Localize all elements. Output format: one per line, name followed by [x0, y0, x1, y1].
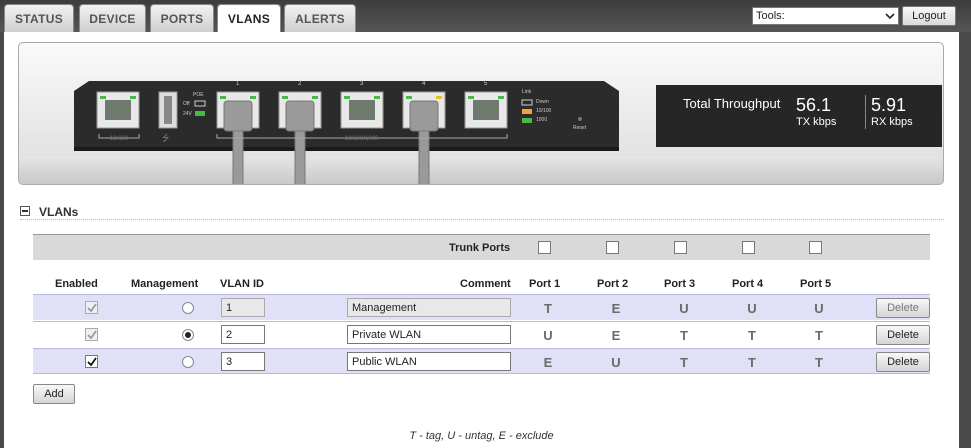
port-4-mode[interactable]: T	[742, 355, 762, 370]
port-3-graphic	[340, 91, 384, 129]
port-1-mode[interactable]: E	[538, 355, 558, 370]
col-header-port-1: Port 1	[529, 278, 561, 290]
port-5-mode[interactable]: T	[809, 328, 829, 343]
tab-vlans[interactable]: VLANS	[217, 4, 281, 33]
trunk-port-4-checkbox[interactable]	[742, 241, 755, 254]
logout-button[interactable]: Logout	[902, 6, 956, 26]
vlan-id-input[interactable]: 3	[221, 352, 265, 371]
down-label: Down	[536, 99, 549, 105]
delete-button[interactable]: Delete	[876, 352, 930, 372]
tx-value: 56.1	[796, 95, 832, 115]
trunk-ports-label: Trunk Ports	[449, 242, 511, 254]
link-label: Link	[522, 89, 532, 95]
poe-label: POE	[193, 92, 204, 98]
col-header-vlan-id: VLAN ID	[220, 278, 264, 290]
management-radio[interactable]	[182, 356, 194, 368]
check-icon	[87, 357, 97, 367]
switch-speed-label: 10/100/1000	[345, 136, 379, 142]
throughput-panel: Total Throughput 56.1 TX kbps 5.91 RX kb…	[656, 85, 942, 147]
col-header-port-2: Port 2	[597, 278, 629, 290]
throughput-divider	[865, 95, 866, 129]
col-header-enabled: Enabled	[55, 278, 98, 290]
delete-button[interactable]: Delete	[876, 325, 930, 345]
port-2-mode[interactable]: U	[606, 355, 626, 370]
speed-1000-label: 1000	[536, 117, 548, 123]
col-header-port-4: Port 4	[732, 278, 764, 290]
mgmt-speed-label: 10/100	[110, 136, 129, 142]
port-2-mode[interactable]: E	[606, 301, 626, 316]
port-5-mode[interactable]: U	[809, 301, 829, 316]
col-header-management: Management	[131, 278, 199, 290]
trunk-ports-row: Trunk Ports	[33, 234, 930, 260]
enabled-checkbox[interactable]	[85, 355, 98, 368]
col-header-port-5: Port 5	[800, 278, 832, 290]
enabled-checkbox[interactable]	[85, 328, 98, 341]
port-3-mode[interactable]: T	[674, 328, 694, 343]
tab-ports[interactable]: PORTS	[150, 4, 214, 32]
comment-input[interactable]: Public WLAN	[347, 352, 511, 371]
management-radio[interactable]	[182, 302, 194, 314]
tab-device[interactable]: DEVICE	[79, 4, 146, 32]
tab-alerts[interactable]: ALERTS	[284, 4, 356, 32]
port-mode-legend: T - tag, U - untag, E - exclude	[409, 430, 554, 442]
trunk-port-1-checkbox[interactable]	[538, 241, 551, 254]
port-number-label: 1	[236, 81, 240, 87]
port-5-mode[interactable]: T	[809, 355, 829, 370]
vlans-section-header: VLANs	[20, 204, 944, 220]
vlan-id-input[interactable]: 2	[221, 325, 265, 344]
tab-status[interactable]: STATUS	[4, 4, 74, 32]
col-header-port-3: Port 3	[664, 278, 696, 290]
section-title: VLANs	[39, 205, 79, 219]
top-nav-bar: STATUS DEVICE PORTS VLANS ALERTS Tools: …	[0, 0, 971, 33]
port-2-mode[interactable]: E	[606, 328, 626, 343]
port-5-graphic	[464, 91, 508, 129]
port-1-mode[interactable]: T	[538, 301, 558, 316]
port-4-mode[interactable]: T	[742, 328, 762, 343]
trunk-port-3-checkbox[interactable]	[674, 241, 687, 254]
comment-input[interactable]: Private WLAN	[347, 325, 511, 344]
port-4-mode[interactable]: U	[742, 301, 762, 316]
poe-off-label: Off	[183, 101, 190, 107]
reset-label: Reset	[573, 125, 587, 131]
add-vlan-button[interactable]: Add	[33, 384, 75, 404]
vlan-row: 2 Private WLAN U E T T T Delete	[33, 321, 930, 347]
vlan-id-input[interactable]: 1	[221, 298, 265, 317]
tools-select[interactable]: Tools:	[752, 7, 899, 25]
comment-input[interactable]: Management	[347, 298, 511, 317]
tools-select-value: Tools:	[756, 10, 785, 22]
port-1-mode[interactable]: U	[538, 328, 558, 343]
trunk-port-5-checkbox[interactable]	[809, 241, 822, 254]
port-number-label: 4	[422, 81, 426, 87]
check-icon	[87, 303, 97, 313]
tx-unit: TX kbps	[796, 116, 837, 128]
port-number-label: 2	[298, 81, 302, 87]
main-panel: 1 2 3 4 5 POE Off 24V 10/100 10/100/1000…	[4, 32, 959, 448]
vlan-row: 3 Public WLAN E U T T T Delete	[33, 348, 930, 374]
port-number-label: 5	[484, 81, 488, 87]
vlan-row: 1 Management T E U U U Delete	[33, 294, 930, 320]
throughput-title: Total Throughput	[683, 96, 781, 111]
usb-icon: ⭍	[162, 133, 170, 143]
poe-24v-label: 24V	[183, 111, 192, 117]
speed-10-100-label: 10/100	[536, 108, 552, 114]
port-3-mode[interactable]: U	[674, 301, 694, 316]
collapse-icon[interactable]	[20, 206, 30, 216]
check-icon	[87, 330, 97, 340]
trunk-port-2-checkbox[interactable]	[606, 241, 619, 254]
rx-unit: RX kbps	[871, 116, 913, 128]
enabled-checkbox[interactable]	[85, 301, 98, 314]
chevron-down-icon	[885, 13, 895, 20]
port-number-label: 3	[360, 81, 364, 87]
col-header-comment: Comment	[460, 278, 511, 290]
management-radio[interactable]	[182, 329, 194, 341]
delete-button[interactable]: Delete	[876, 298, 930, 318]
port-3-mode[interactable]: T	[674, 355, 694, 370]
rx-value: 5.91	[871, 95, 907, 115]
